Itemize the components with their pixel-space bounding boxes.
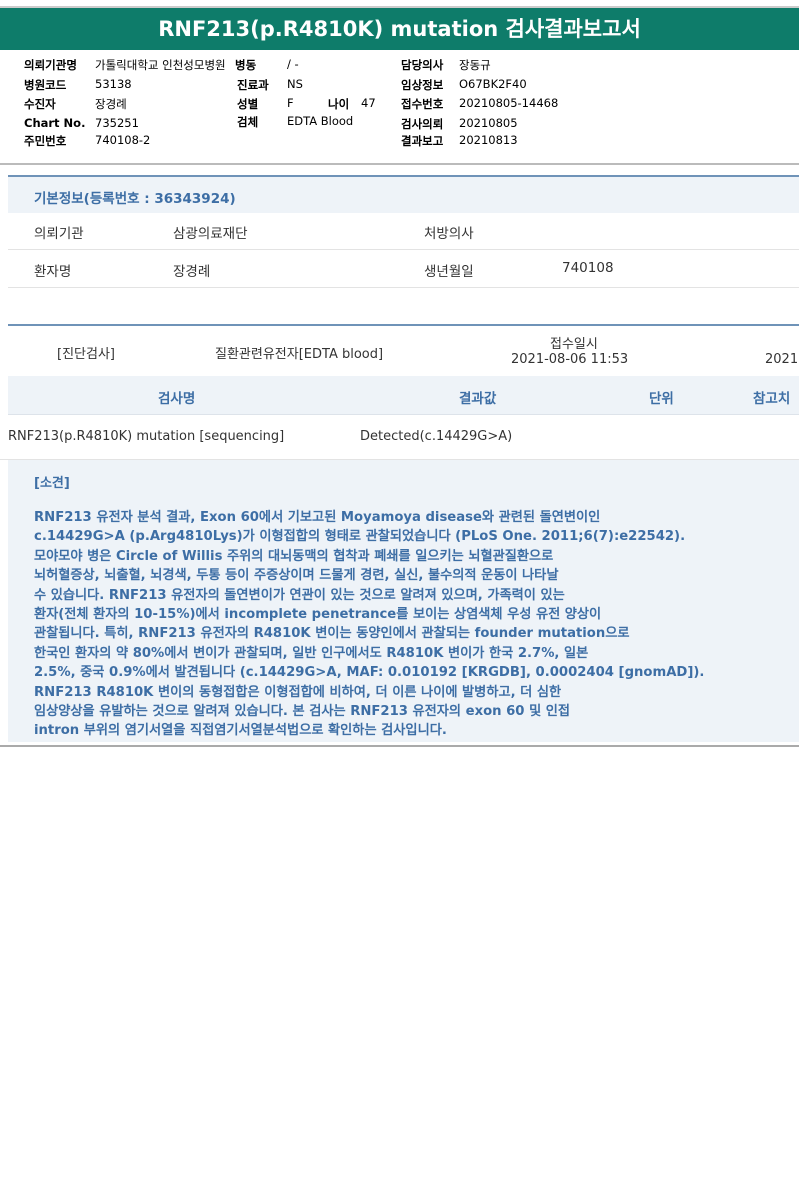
receipt-value: 20210805-14468 [459,96,559,110]
report-value: 20210813 [459,133,518,147]
basic-info-heading-bar: 기본정보(등록번호 : 36343924) [8,175,799,213]
birth-label: 생년월일 [424,264,474,280]
basic-info-heading: 기본정보(등록번호 : 36343924) [34,191,236,207]
patient-label: 수진자 [24,97,56,111]
exam-category: [진단검사] [57,347,115,362]
rrn-label: 주민번호 [24,134,67,148]
sex-value: F [287,96,294,110]
col-unit: 단위 [649,391,674,407]
prescriber-label: 처방의사 [424,226,474,242]
col-reference: 참고치 [753,391,791,407]
report-header: 의뢰기관명 가톨릭대학교 인천성모병원 병동 / - 담당의사 장동규 병원코드… [0,52,799,162]
doctor-value: 장동규 [459,58,491,72]
code-value: 53138 [95,77,132,91]
rrn-value: 740108-2 [95,133,151,147]
patient-name-label: 환자명 [34,264,72,280]
chart-label: Chart No. [24,116,86,130]
patient-value: 장경례 [95,97,127,111]
row-test-name: RNF213(p.R4810K) mutation [sequencing] [8,429,285,444]
specimen-label: 검체 [237,115,259,129]
col-result: 결과값 [459,391,497,407]
table-row: RNF213(p.R4810K) mutation [sequencing] D… [0,414,799,460]
exam-divider [8,324,799,326]
age-label: 나이 [328,97,350,111]
clinical-value: O67BK2F40 [459,77,527,91]
request-label: 검사의뢰 [401,117,444,131]
age-value: 47 [361,96,376,110]
received-value: 2021-08-06 11:53 [511,352,629,367]
request-value: 20210805 [459,116,518,130]
receipt-label: 접수번호 [401,97,444,111]
header-separator [0,163,799,165]
result-table-header: 검사명 결과값 단위 참고치 [8,376,799,415]
exam-extra: 2021 [765,352,799,367]
basic-info-row-patient: 환자명 장경례 생년월일 740108 [8,250,799,288]
org-value: 삼광의료재단 [173,226,248,242]
hospital-value: 가톨릭대학교 인천성모병원 [95,58,226,72]
basic-info-row-org: 의뢰기관 삼광의료재단 처방의사 [8,212,799,250]
clinical-label: 임상정보 [401,78,444,92]
report-label: 결과보고 [401,134,444,148]
findings-section: [소견] RNF213 유전자 분석 결과, Exon 60에서 기보고된 Mo… [8,460,799,742]
col-test-name: 검사명 [158,391,196,407]
sex-label: 성별 [237,97,259,111]
row-result: Detected(c.14429G>A) [360,429,513,444]
org-label: 의뢰기관 [34,226,84,242]
specimen-value: EDTA Blood [287,114,354,128]
report-title: RNF213(p.R4810K) mutation 검사결과보고서 [0,6,799,50]
exam-info-row: [진단검사] 질환관련유전자[EDTA blood] 접수일시 2021-08-… [0,330,799,374]
dept-label: 진료과 [237,78,269,92]
received-label: 접수일시 [550,337,598,352]
bottom-separator [0,745,799,747]
basic-info-section: 기본정보(등록번호 : 36343924) 의뢰기관 삼광의료재단 처방의사 환… [8,175,799,288]
ward-label: 병동 [235,58,257,72]
exam-test: 질환관련유전자[EDTA blood] [215,347,384,362]
findings-text: RNF213 유전자 분석 결과, Exon 60에서 기보고된 Moyamoy… [34,510,705,739]
birth-value: 740108 [562,260,614,276]
patient-name-value: 장경례 [173,264,211,280]
dept-value: NS [287,77,303,91]
code-label: 병원코드 [24,78,67,92]
findings-title: [소견] [34,476,70,491]
ward-value: / - [287,57,299,71]
doctor-label: 담당의사 [401,58,444,72]
hospital-label: 의뢰기관명 [24,58,77,72]
chart-value: 735251 [95,116,139,130]
